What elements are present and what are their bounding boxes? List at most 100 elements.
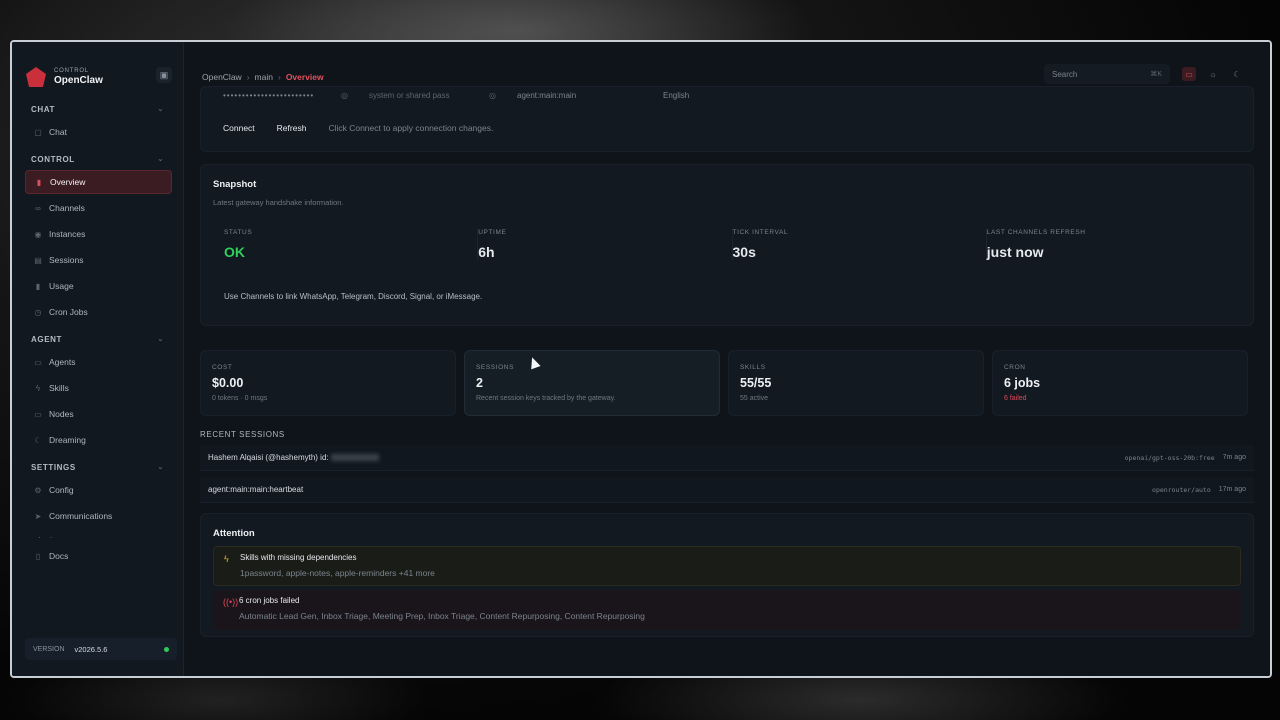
- bar-chart-icon: ▮: [35, 281, 41, 291]
- signal-icon: ((•)): [223, 597, 239, 607]
- connection-actions: Connect Refresh Click Connect to apply c…: [223, 123, 493, 133]
- app-window: CONTROL OpenClaw ▣ CHAT ⌄ ▢ Chat CONTROL ⌄ …: [10, 40, 1272, 678]
- stat-status: STATUS OK: [224, 229, 479, 260]
- breadcrumb-separator: ›: [277, 72, 281, 82]
- sidebar-item-chat[interactable]: ▢ Chat: [25, 120, 172, 144]
- search-placeholder: Search: [1052, 69, 1078, 79]
- gear-icon: ⚙: [34, 485, 42, 495]
- status-value: OK: [224, 244, 245, 260]
- search-shortcut: ⌘K: [1150, 71, 1162, 78]
- link-icon: ∞: [35, 203, 41, 213]
- password-field[interactable]: system or shared pass: [369, 91, 449, 100]
- radio-icon: ◉: [34, 229, 42, 239]
- eye-icon[interactable]: ◎: [341, 91, 348, 100]
- session-name: agent:main:main:heartbeat: [208, 485, 304, 494]
- breadcrumb-separator: ›: [246, 72, 250, 82]
- alert-missing-dependencies[interactable]: ϟ Skills with missing dependencies 1pass…: [213, 546, 1241, 586]
- session-model: openrouter/auto: [1152, 485, 1211, 494]
- sidebar-item-config[interactable]: ⚙ Config: [25, 478, 172, 502]
- chevron-down-icon: ⌄: [157, 336, 164, 343]
- version-bar: VERSION v2026.5.6: [25, 638, 177, 660]
- attention-title: Attention: [213, 528, 255, 539]
- channels-note: Use Channels to link WhatsApp, Telegram,…: [224, 292, 483, 301]
- collapse-sidebar-button[interactable]: ▣: [156, 67, 172, 83]
- session-key-field[interactable]: agent:main:main: [517, 91, 576, 100]
- snapshot-card: Snapshot Latest gateway handshake inform…: [200, 164, 1254, 326]
- breadcrumb-root[interactable]: OpenClaw: [202, 72, 242, 82]
- moon-icon: ☾: [34, 435, 42, 445]
- sidebar: CONTROL OpenClaw ▣ CHAT ⌄ ▢ Chat CONTROL ⌄ …: [12, 42, 184, 676]
- nav-group-agent[interactable]: AGENT ⌄: [12, 330, 183, 348]
- stat-uptime: UPTIME 6h: [478, 229, 733, 260]
- document-icon: ▤: [34, 255, 42, 265]
- session-age: 7m ago: [1222, 454, 1246, 461]
- brand-subtitle: CONTROL: [54, 68, 89, 74]
- sidebar-item-communications[interactable]: ➤ Communications: [25, 504, 172, 528]
- nav-group-control[interactable]: CONTROL ⌄: [12, 150, 183, 168]
- clock-icon: ◷: [34, 307, 42, 317]
- sun-icon[interactable]: ☼: [1206, 67, 1220, 81]
- nav-group-settings[interactable]: SETTINGS ⌄: [12, 458, 183, 476]
- last-refresh-value: just now: [986, 244, 1044, 260]
- sidebar-item-agents[interactable]: ▭ Agents: [25, 350, 172, 374]
- breadcrumb-middle[interactable]: main: [255, 72, 273, 82]
- sidebar-item-dreaming[interactable]: ☾ Dreaming: [25, 428, 172, 452]
- sidebar-item-nodes[interactable]: ▭ Nodes: [25, 402, 172, 426]
- sidebar-toggle-icon: ▣: [159, 69, 169, 80]
- connect-button[interactable]: Connect: [223, 123, 255, 133]
- lightning-icon: ϟ: [35, 383, 41, 393]
- language-select[interactable]: English: [663, 91, 689, 100]
- chevron-down-icon: ⌄: [157, 106, 164, 113]
- stat-last-channels-refresh: LAST CHANNELS REFRESH just now: [987, 229, 1241, 260]
- breadcrumb-current: Overview: [285, 72, 324, 82]
- snapshot-stats: STATUS OK UPTIME 6h TICK INTERVAL 30s LA…: [213, 229, 1241, 260]
- metric-cost[interactable]: COST $0.00 0 tokens · 0 msgs: [200, 350, 456, 416]
- sidebar-item-overview[interactable]: ▮ Overview: [25, 170, 172, 194]
- search-input[interactable]: Search ⌘K: [1044, 64, 1170, 84]
- book-icon: ▯: [35, 551, 41, 561]
- stat-tick-interval: TICK INTERVAL 30s: [733, 229, 987, 260]
- bar-chart-icon: ▮: [36, 177, 42, 187]
- session-row[interactable]: Hashem Alqaisi (@hashemyth) id: openai/g…: [200, 445, 1254, 471]
- send-icon: ➤: [34, 511, 42, 521]
- lightning-icon: ϟ: [224, 554, 229, 564]
- uptime-value: 6h: [478, 244, 495, 260]
- redacted-id: [330, 454, 379, 461]
- session-model: openai/gpt-oss-20b:free: [1124, 453, 1215, 462]
- sidebar-item-skills[interactable]: ϟ Skills: [25, 376, 172, 400]
- eye-icon[interactable]: ◎: [489, 91, 496, 100]
- metric-skills[interactable]: SKILLS 55/55 55 active: [728, 350, 984, 416]
- connection-hint: Click Connect to apply connection change…: [328, 123, 494, 133]
- theme-switcher: ▭ ☼ ☾: [1182, 67, 1244, 81]
- attention-card: Attention ϟ Skills with missing dependen…: [200, 513, 1254, 637]
- recent-sessions-title: RECENT SESSIONS: [200, 430, 285, 439]
- overview-content: •••••••••••••••••••••••• ◎ system or sha…: [200, 86, 1254, 637]
- gateway-token-field[interactable]: ••••••••••••••••••••••••: [223, 91, 314, 100]
- version-value: v2026.5.6: [74, 644, 108, 654]
- moon-icon[interactable]: ☾: [1230, 67, 1244, 81]
- connection-card: •••••••••••••••••••••••• ◎ system or sha…: [200, 86, 1254, 152]
- version-label: VERSION: [33, 645, 65, 653]
- chat-icon: ▢: [34, 127, 42, 137]
- sidebar-item-usage[interactable]: ▮ Usage: [25, 274, 172, 298]
- sidebar-item-instances[interactable]: ◉ Instances: [25, 222, 172, 246]
- sidebar-item-docs[interactable]: ▯ Docs: [25, 544, 172, 568]
- session-name: Hashem Alqaisi (@hashemyth) id:: [208, 453, 329, 462]
- snapshot-subtitle: Latest gateway handshake information.: [213, 198, 344, 207]
- status-dot-icon: [164, 646, 169, 652]
- snapshot-title: Snapshot: [213, 179, 257, 190]
- sidebar-item-channels[interactable]: ∞ Channels: [25, 196, 172, 220]
- nav-group-chat[interactable]: CHAT ⌄: [12, 100, 183, 118]
- metric-cron[interactable]: CRON 6 jobs 6 failed: [992, 350, 1248, 416]
- session-row[interactable]: agent:main:main:heartbeat openrouter/aut…: [200, 477, 1254, 503]
- refresh-button[interactable]: Refresh: [277, 123, 307, 133]
- monitor-icon[interactable]: ▭: [1182, 67, 1196, 81]
- sidebar-item-cron-jobs[interactable]: ◷ Cron Jobs: [25, 300, 172, 324]
- tick-interval-value: 30s: [732, 244, 756, 260]
- openclaw-logo-icon: [26, 67, 46, 87]
- alert-cron-failed[interactable]: ((•)) 6 cron jobs failed Automatic Lead …: [213, 590, 1241, 630]
- metrics-row: COST $0.00 0 tokens · 0 msgs SESSIONS 2 …: [200, 350, 1254, 416]
- session-age: 17m ago: [1218, 486, 1246, 493]
- sidebar-item-sessions[interactable]: ▤ Sessions: [25, 248, 172, 272]
- metric-sessions[interactable]: SESSIONS 2 Recent session keys tracked b…: [464, 350, 720, 416]
